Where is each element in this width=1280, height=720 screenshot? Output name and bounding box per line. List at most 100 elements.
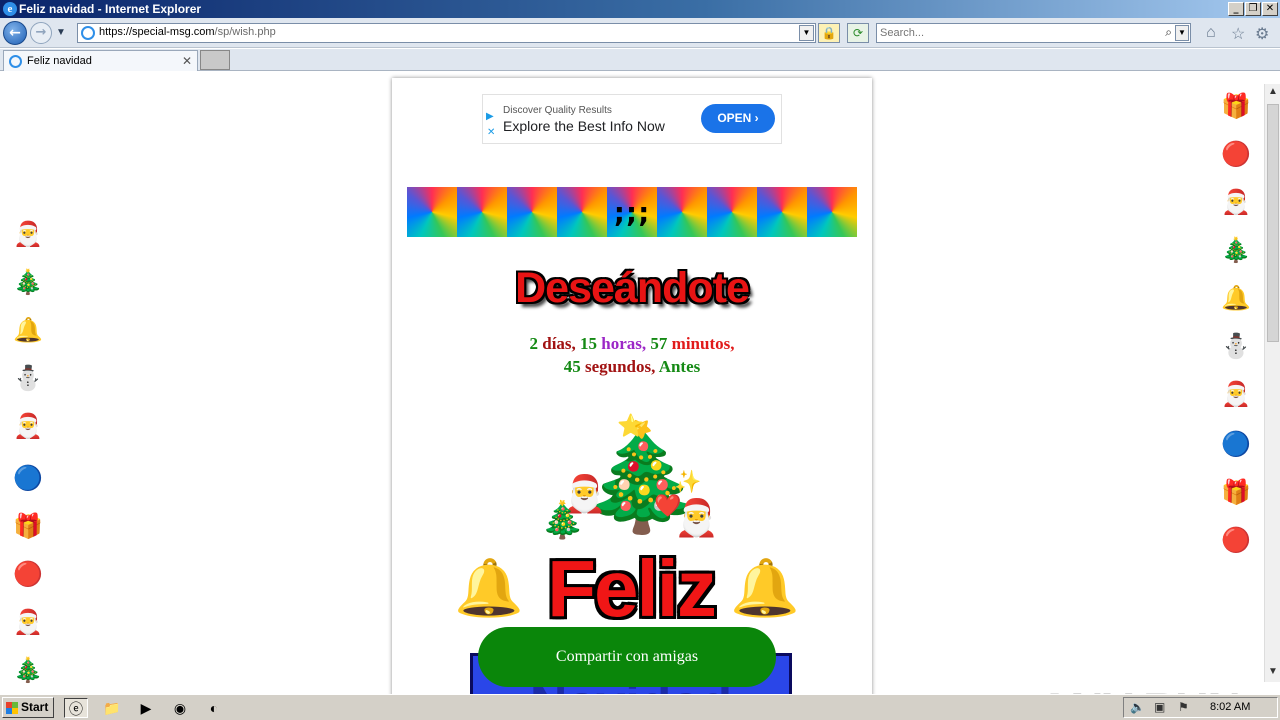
search-box[interactable]: ⌕ ▼ — [876, 23, 1191, 43]
search-icon[interactable]: ⌕ — [1165, 25, 1172, 40]
clock[interactable]: 8:02 AM — [1210, 701, 1250, 713]
ornament-red-icon: 🔴 — [1221, 527, 1251, 554]
strip-tile — [707, 187, 757, 237]
santa-icon: 🎅 — [1221, 189, 1251, 216]
ornament-blue-icon: 🔵 — [1221, 431, 1251, 458]
tab-feliz-navidad[interactable]: Feliz navidad ✕ — [3, 50, 198, 71]
taskbar-explorer-icon[interactable]: 📁 — [100, 698, 124, 718]
taskbar-ie-icon[interactable]: ⓔ — [64, 698, 88, 718]
page-favicon-icon — [81, 26, 95, 40]
snowman-icon: ⛄ — [1221, 333, 1251, 360]
gift-icon: 🎁 — [13, 513, 43, 540]
lock-icon[interactable]: 🔒 — [818, 23, 840, 43]
title-bar: e Feliz navidad - Internet Explorer _ ❐ … — [0, 0, 1280, 18]
search-input[interactable] — [880, 25, 1150, 41]
ie-window: e Feliz navidad - Internet Explorer _ ❐ … — [0, 0, 1280, 720]
strip-symbol: ;;; — [613, 195, 651, 229]
taskbar: Start ⓔ 📁 ▶ ◉ ◐ 🔈 ▣ ⚑ 8:02 AM — [0, 694, 1280, 720]
strip-tile — [507, 187, 557, 237]
tab-close-icon[interactable]: ✕ — [182, 54, 192, 68]
sparkle-icon: ✨ — [674, 469, 702, 494]
santa-hat-icon: 🎅 — [1221, 381, 1251, 408]
forward-button[interactable]: → — [30, 22, 52, 44]
network-icon[interactable]: ▣ — [1154, 700, 1165, 714]
santa-icon: 🎅 — [13, 609, 43, 636]
page-viewport: 🎅 🎄 🔔 ⛄ 🎅 🔵 🎁 🔴 🎅 🎄 🎁 🔴 🎅 🎄 🔔 ⛄ 🎅 🔵 🎁 🔴 … — [0, 72, 1264, 694]
share-button[interactable]: Compartir con amigas — [478, 627, 776, 687]
taskbar-media-player-icon[interactable]: ▶ — [134, 698, 158, 718]
ad-main-text[interactable]: Explore the Best Info Now — [503, 118, 665, 134]
heading-deseandote: Deseándote — [515, 264, 750, 312]
action-center-flag-icon[interactable]: ⚑ — [1178, 700, 1189, 714]
countdown-line-1: 2 días, 15 horas, 57 minutos, — [392, 332, 872, 355]
scroll-up-icon[interactable]: ▲ — [1268, 86, 1278, 97]
countdown-hours-label: horas, — [601, 334, 647, 353]
vertical-scrollbar[interactable]: ▲ ▼ — [1264, 84, 1280, 682]
strip-tile — [407, 187, 457, 237]
tree-icon: 🎄 — [13, 657, 43, 684]
feliz-text: Feliz — [547, 544, 717, 633]
tab-favicon-icon — [9, 55, 22, 68]
start-button[interactable]: Start — [2, 697, 54, 718]
bells-right-icon: 🔔 — [730, 556, 800, 619]
tree-icon: 🎄 — [13, 269, 43, 296]
countdown-days: 2 — [529, 334, 539, 353]
search-dropdown-icon[interactable]: ▼ — [1175, 25, 1189, 41]
address-dropdown-icon[interactable]: ▼ — [799, 25, 814, 41]
taskbar-chrome-icon[interactable]: ◉ — [168, 698, 192, 718]
ornament-red-icon: 🔴 — [13, 561, 43, 588]
strip-tile — [757, 187, 807, 237]
tree-icon: 🎄 — [1221, 237, 1251, 264]
santa-icon: 🎅 — [13, 221, 43, 248]
windows-logo-icon — [6, 702, 18, 714]
countdown-line-2: 45 segundos, Antes — [392, 355, 872, 378]
small-tree-icon: 🎄 — [540, 499, 585, 540]
refresh-button[interactable]: ⟳ — [847, 23, 869, 43]
start-label: Start — [21, 700, 49, 714]
strip-tile — [657, 187, 707, 237]
ad-open-button[interactable]: OPEN › — [701, 104, 775, 133]
ad-choices-icon[interactable]: ▶ — [486, 111, 494, 122]
close-button[interactable]: ✕ — [1262, 2, 1278, 16]
countdown-suffix: Antes — [658, 357, 701, 376]
ie-logo-icon: e — [3, 2, 17, 16]
scroll-thumb[interactable] — [1267, 104, 1279, 342]
history-dropdown-icon[interactable]: ▼ — [56, 27, 66, 38]
ornament-red-icon: 🔴 — [1221, 141, 1251, 168]
countdown-seconds-label: segundos, — [584, 357, 656, 376]
strip-tile — [457, 187, 507, 237]
scroll-down-icon[interactable]: ▼ — [1268, 666, 1278, 677]
bell-icon: 🔔 — [13, 317, 43, 344]
strip-tile — [807, 187, 857, 237]
snowman-icon: ⛄ — [13, 365, 43, 392]
home-icon[interactable]: ⌂ — [1206, 24, 1216, 42]
countdown: 2 días, 15 horas, 57 minutos, 45 segundo… — [392, 332, 872, 378]
restore-button[interactable]: ❐ — [1245, 2, 1261, 16]
bells-left-icon: 🔔 — [454, 556, 524, 619]
countdown-minutes-label: minutos, — [671, 334, 735, 353]
ad-banner[interactable]: ▶ ✕ Discover Quality Results Explore the… — [482, 94, 782, 144]
gift-icon: 🎁 — [1221, 479, 1251, 506]
countdown-hours: 15 — [580, 334, 598, 353]
ad-top-text: Discover Quality Results — [503, 105, 612, 116]
countdown-days-label: días, — [542, 334, 576, 353]
taskbar-edge-icon[interactable]: ◐ — [202, 698, 226, 718]
new-tab-button[interactable] — [200, 50, 230, 70]
tab-bar: Feliz navidad ✕ — [0, 49, 1280, 71]
strip-tile — [557, 187, 607, 237]
minimize-button[interactable]: _ — [1228, 2, 1244, 16]
santa-hat-icon: 🎅 — [13, 413, 43, 440]
gradient-strip: ;;; — [407, 187, 857, 237]
gear-icon[interactable]: ⚙ — [1255, 24, 1269, 44]
watermark: ANY RUN — [1038, 682, 1241, 694]
star-icon: ⭐ — [617, 413, 645, 438]
tab-label: Feliz navidad — [27, 55, 92, 67]
countdown-minutes: 57 — [650, 334, 668, 353]
volume-icon[interactable]: 🔈 — [1130, 700, 1145, 714]
address-bar[interactable]: https://special-msg.com/sp/wish.php ▼ — [77, 23, 816, 43]
back-button[interactable]: ← — [3, 21, 27, 45]
url-text[interactable]: https://special-msg.com/sp/wish.php — [99, 26, 276, 38]
favorites-star-icon[interactable]: ☆ — [1231, 24, 1245, 44]
ad-close-icon[interactable]: ✕ — [487, 127, 495, 138]
countdown-seconds: 45 — [563, 357, 581, 376]
